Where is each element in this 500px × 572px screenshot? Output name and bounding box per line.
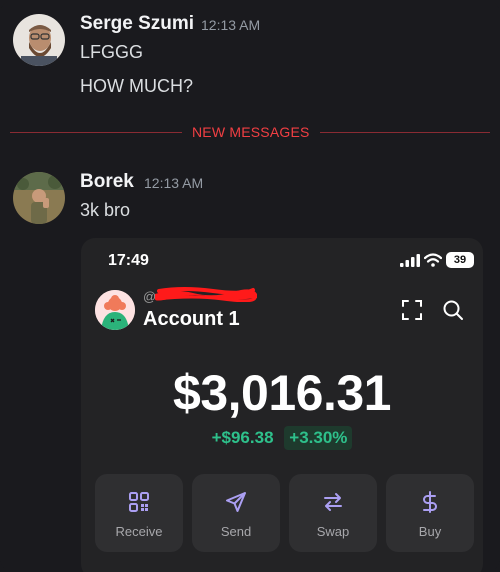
swap-button[interactable]: Swap: [289, 474, 377, 552]
message-author[interactable]: Serge Szumi: [80, 13, 194, 35]
attached-image[interactable]: 17:49 39 @ Account 1 $3,016.31 +$96.38 +…: [81, 238, 483, 572]
qr-code-icon: [129, 492, 149, 512]
change-amount: +$96.38: [211, 428, 274, 447]
redaction-scribble: [154, 287, 257, 302]
buy-button[interactable]: Buy: [386, 474, 474, 552]
message-text: LFGGG: [80, 42, 144, 62]
wallet-balance: $3,016.31: [173, 365, 391, 421]
search-icon[interactable]: [441, 298, 465, 322]
send-icon: [226, 492, 246, 512]
receive-button[interactable]: Receive: [95, 474, 183, 552]
battery-icon: 39: [446, 252, 474, 268]
swap-label: Swap: [316, 524, 350, 539]
message-text: HOW MUCH?: [80, 76, 193, 96]
account-name[interactable]: Account 1: [143, 308, 240, 331]
account-avatar[interactable]: [95, 290, 135, 330]
user-avatar[interactable]: [13, 14, 65, 66]
scan-icon[interactable]: [400, 298, 424, 322]
balance-change: +$96.38 +3.30%: [81, 426, 483, 450]
send-label: Send: [220, 524, 252, 539]
change-percent: +3.30%: [284, 426, 353, 450]
message-author[interactable]: Borek: [80, 171, 134, 193]
message-text: 3k bro: [80, 200, 131, 220]
status-time: 17:49: [108, 252, 149, 269]
swap-icon: [324, 493, 342, 511]
send-button[interactable]: Send: [192, 474, 280, 552]
dollar-icon: [423, 491, 437, 513]
user-avatar[interactable]: [13, 172, 65, 224]
chat-window: Serge Szumi 12:13 AM LFGGG HOW MUCH? NEW…: [0, 0, 500, 572]
receive-label: Receive: [115, 524, 163, 539]
signal-icon: [400, 254, 420, 267]
new-messages-label: NEW MESSAGES: [182, 124, 320, 140]
message-timestamp: 12:13 AM: [201, 17, 261, 33]
action-buttons: Receive Send Swap Buy: [95, 474, 475, 554]
message-timestamp: 12:13 AM: [144, 175, 204, 191]
buy-label: Buy: [418, 524, 442, 539]
wifi-icon: [424, 253, 442, 267]
